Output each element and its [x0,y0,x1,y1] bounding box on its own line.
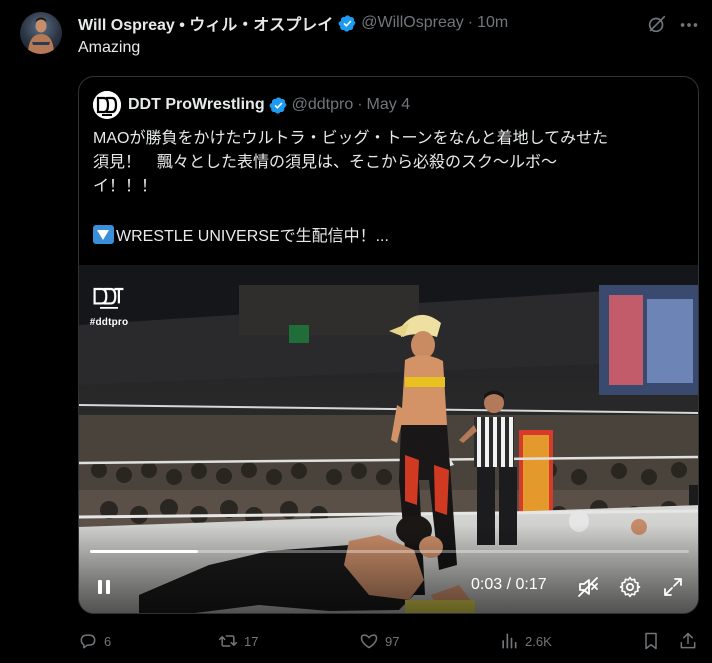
verified-badge-icon[interactable] [269,96,288,115]
grok-icon[interactable] [646,13,668,35]
quoted-author-handle[interactable]: @ddtpro [292,96,354,114]
tweet-timestamp[interactable]: 10m [477,14,508,32]
video-progress-bar[interactable] [90,550,689,553]
share-button[interactable] [678,628,698,654]
quoted-author-display-name[interactable]: DDT ProWrestling [128,96,265,114]
reply-icon [80,634,96,649]
promo-text: WRESTLE UNIVERSEで生配信中！... [116,228,389,245]
video-controls-overlay [79,525,698,613]
repost-count: 17 [244,633,259,649]
separator-dot: · [357,96,363,113]
quoted-text-line: 須見！ 飄々とした表情の須見は、そこから必殺のスク〜ルボ〜 [93,154,558,171]
repost-button[interactable]: 17 [218,628,258,654]
wrestler-portrait-image [28,17,54,54]
more-icon[interactable] [678,14,700,36]
separator-dot: · [467,14,474,31]
quoted-author-avatar[interactable] [93,91,121,119]
pause-icon[interactable] [95,578,113,596]
bookmark-icon [645,632,657,650]
bookmark-button[interactable] [641,628,661,654]
view-count: 2.6K [525,633,552,649]
watermark-hashtag: #ddtpro [89,317,129,328]
like-button[interactable]: 97 [359,628,399,654]
quoted-tweet-timestamp[interactable]: May 4 [367,96,411,114]
quoted-text-promo-line: WRESTLE UNIVERSEで生配信中！... [93,225,689,249]
quoted-text-line: MAOが勝負をかけたウルトラ・ビッグ・トーンをなんと着地してみせた [93,130,609,147]
ddt-watermark: #ddtpro [89,285,129,328]
author-display-name[interactable]: Will Ospreay • ウィル・オスプレイ [78,11,333,35]
quoted-tweet-text: MAOが勝負をかけたウルトラ・ビッグ・トーンをなんと着地してみせた 須見！ 飄々… [93,127,689,249]
share-icon [680,632,696,649]
views-icon [502,633,517,649]
reply-button[interactable]: 6 [78,628,111,654]
quoted-tweet-header: DDT ProWrestling @ddtpro · May 4 [93,91,411,119]
like-icon [360,634,378,649]
author-handle[interactable]: @WillOspreay [361,14,463,32]
repost-icon [218,635,238,647]
tweet-action-bar: 6 17 97 2.6K [0,626,712,656]
tweet-text: Amazing [78,39,141,56]
quoted-text-line: イ！！！ [93,178,158,195]
verified-badge-icon[interactable] [338,14,357,33]
video-progress-fill [90,550,198,553]
ddt-logo-icon [93,91,121,119]
fullscreen-icon[interactable] [661,575,685,599]
reply-count: 6 [104,633,112,649]
tweet-header: Will Ospreay • ウィル・オスプレイ @WillOspreay · … [78,12,508,34]
quoted-tweet-card[interactable]: DDT ProWrestling @ddtpro · May 4 MAOが勝負を… [78,76,699,614]
tweet[interactable]: Will Ospreay • ウィル・オスプレイ @WillOspreay · … [0,0,712,663]
time-separator: / [502,576,516,593]
author-avatar[interactable] [20,12,62,54]
ddt-logo-icon [93,287,124,309]
current-time: 0:03 [471,576,503,593]
down-triangle-icon [93,225,114,244]
settings-icon[interactable] [618,575,642,599]
video-player[interactable]: #ddtpro 0:03 / 0:17 [79,265,698,613]
video-time-readout: 0:03 / 0:17 [471,576,547,594]
mute-icon[interactable] [576,575,600,599]
like-count: 97 [385,633,400,649]
duration: 0:17 [515,576,547,593]
views-button[interactable]: 2.6K [499,628,552,654]
